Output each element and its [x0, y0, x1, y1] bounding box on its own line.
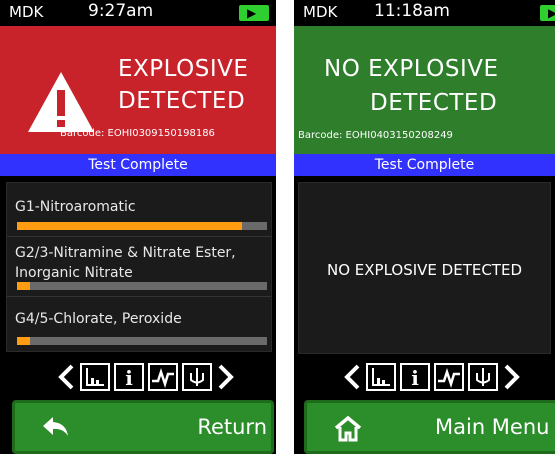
- result-title-line1: NO EXPLOSIVE: [324, 56, 499, 82]
- info-icon[interactable]: i: [400, 363, 430, 391]
- barcode-text: Barcode: EOHI0403150208249: [298, 130, 453, 141]
- status-bar: MDK 9:27am ▶: [0, 0, 276, 26]
- return-button-label: Return: [197, 415, 267, 439]
- prev-arrow-icon[interactable]: [56, 363, 76, 391]
- result-level-track: [17, 337, 267, 345]
- results-panel: NO EXPLOSIVE DETECTED: [298, 182, 551, 354]
- clock-time: 11:18am: [374, 1, 450, 21]
- clock-time: 9:27am: [88, 1, 154, 21]
- view-toolbar: i: [294, 360, 555, 394]
- return-button[interactable]: Return: [12, 400, 274, 454]
- home-icon: [334, 415, 362, 442]
- result-title-line2: DETECTED: [118, 88, 246, 114]
- next-arrow-icon[interactable]: [502, 363, 522, 391]
- result-title-line2: DETECTED: [370, 90, 498, 116]
- result-level-bar: [17, 282, 30, 290]
- main-menu-button-label: Main Menu: [435, 415, 550, 439]
- device-screen-no-explosive: MDK 11:18am ▶ NO EXPLOSIVE DETECTED Barc…: [294, 0, 555, 454]
- device-name: MDK: [9, 3, 44, 21]
- result-level-bar: [17, 337, 30, 345]
- warning-triangle-icon: [28, 72, 94, 132]
- battery-icon: ▶: [540, 5, 555, 21]
- main-menu-button[interactable]: Main Menu: [304, 400, 555, 454]
- sample-icon[interactable]: [468, 363, 498, 391]
- result-level-bar: [17, 222, 242, 230]
- barcode-text: Barcode: EOHI0309150198186: [60, 128, 215, 139]
- next-arrow-icon[interactable]: [216, 363, 236, 391]
- view-toolbar: i: [0, 360, 276, 394]
- result-level-track: [17, 282, 267, 290]
- result-item-g23[interactable]: G2/3-Nitramine & Nitrate Ester, Inorgani…: [7, 237, 271, 297]
- test-status-bar: Test Complete: [294, 154, 555, 176]
- result-label: G4/5-Chlorate, Peroxide: [15, 311, 182, 327]
- sample-icon[interactable]: [182, 363, 212, 391]
- result-level-track: [17, 222, 267, 230]
- bar-chart-icon[interactable]: [366, 363, 396, 391]
- prev-arrow-icon[interactable]: [342, 363, 362, 391]
- result-item-g1[interactable]: G1-Nitroaromatic: [7, 183, 271, 237]
- status-bar: MDK 11:18am ▶: [294, 0, 555, 26]
- result-title-line1: EXPLOSIVE: [118, 56, 249, 82]
- battery-icon: ▶: [239, 5, 269, 21]
- result-label: G1-Nitroaromatic: [15, 199, 136, 215]
- results-list[interactable]: G1-Nitroaromatic G2/3-Nitramine & Nitrat…: [6, 182, 272, 352]
- device-screen-explosive-detected: MDK 9:27am ▶ EXPLOSIVE DETECTED Barcode:…: [0, 0, 276, 454]
- waveform-icon[interactable]: [148, 363, 178, 391]
- waveform-icon[interactable]: [434, 363, 464, 391]
- info-icon[interactable]: i: [114, 363, 144, 391]
- result-banner: EXPLOSIVE DETECTED Barcode: EOHI03091501…: [0, 26, 276, 154]
- result-item-g45[interactable]: G4/5-Chlorate, Peroxide: [7, 297, 271, 351]
- device-name: MDK: [303, 3, 338, 21]
- test-status-bar: Test Complete: [0, 154, 276, 176]
- no-detection-message: NO EXPLOSIVE DETECTED: [326, 261, 522, 279]
- bar-chart-icon[interactable]: [80, 363, 110, 391]
- result-label: G2/3-Nitramine & Nitrate Ester, Inorgani…: [15, 245, 236, 281]
- back-arrow-icon: [43, 417, 68, 436]
- result-banner: NO EXPLOSIVE DETECTED Barcode: EOHI04031…: [294, 26, 555, 154]
